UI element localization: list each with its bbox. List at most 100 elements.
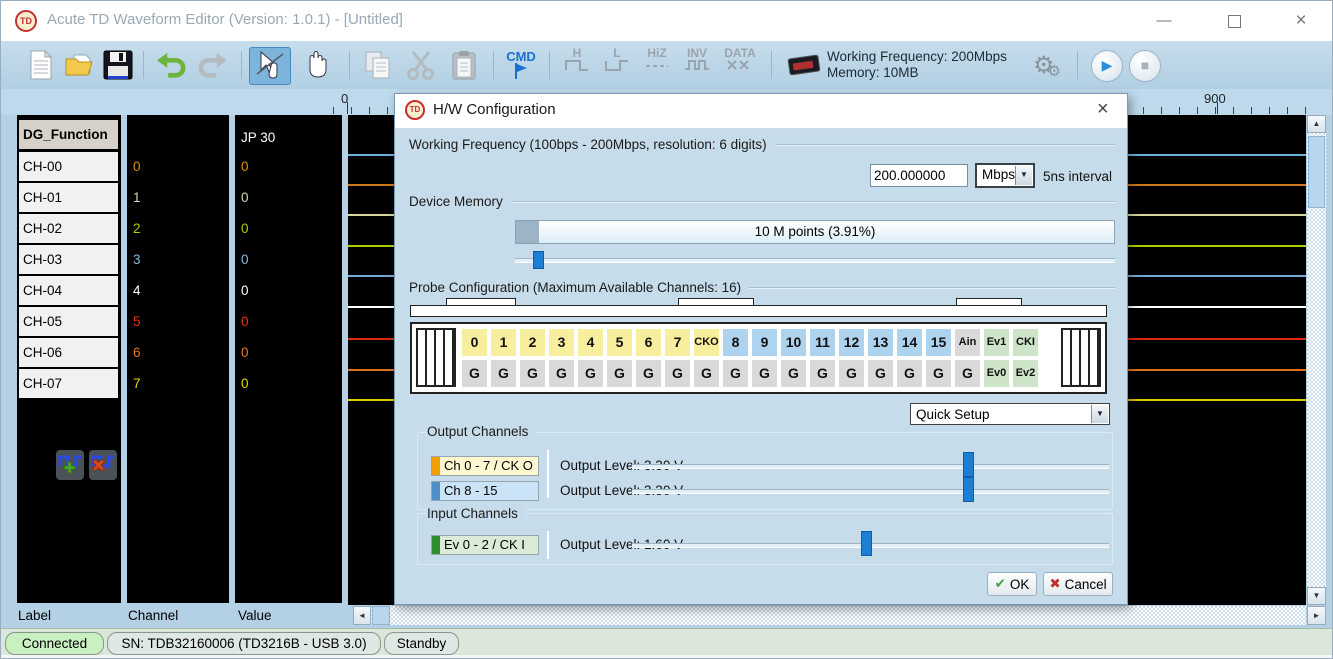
minimize-button[interactable]: — [1149, 9, 1179, 33]
input-channels-label: Input Channels [427, 506, 526, 521]
memory-size-slider[interactable] [515, 250, 1115, 270]
scroll-down-button[interactable]: ▼ [1307, 587, 1326, 605]
scissors-icon [405, 50, 437, 80]
new-file-button[interactable] [25, 47, 57, 83]
probe-cell-ain: Ain [955, 329, 980, 356]
ok-button[interactable]: ✔ OK [987, 572, 1037, 596]
play-icon: ▶ [1102, 57, 1113, 73]
settings-button[interactable]: ⚙⚙ [1027, 47, 1067, 83]
app-logo-icon: TD [15, 10, 37, 32]
cancel-button[interactable]: ✖ Cancel [1043, 572, 1113, 596]
device-status-text: Working Frequency: 200Mbps Memory: 10MB [827, 49, 1007, 81]
output-channel-chip-8-15[interactable]: Ch 8 - 15 [431, 481, 539, 501]
toolbar-separator [241, 51, 242, 79]
scroll-up-button[interactable]: ▲ [1307, 115, 1326, 133]
probe-cell-0: 0 [462, 329, 487, 356]
probe-cell-g: G [897, 360, 922, 387]
scroll-right-button[interactable]: ► [1307, 606, 1326, 625]
probe-cell-g: G [781, 360, 806, 387]
output-channel-chip-0-7[interactable]: Ch 0 - 7 / CK O [431, 456, 539, 476]
add-waveform-button[interactable] [56, 450, 84, 480]
quick-setup-select[interactable]: Quick Setup ▼ [910, 403, 1110, 425]
vertical-scroll-thumb[interactable] [1308, 136, 1325, 208]
set-hiz-button[interactable]: HiZ [639, 48, 675, 73]
output-level-slider-2[interactable] [632, 477, 1109, 503]
channel-value: 0 [241, 275, 249, 306]
run-button[interactable]: ▶ [1091, 50, 1123, 82]
redo-button[interactable] [195, 47, 231, 83]
slider-handle[interactable] [533, 251, 544, 269]
cmd-button[interactable]: CMD [501, 47, 541, 83]
channel-label-cell[interactable]: CH-01 [18, 182, 119, 213]
slider-handle[interactable] [963, 477, 974, 502]
channel-number: 0 [133, 151, 141, 182]
channel-value: 0 [241, 182, 249, 213]
footer-value-column: Value [238, 608, 272, 623]
table-header-cell[interactable]: DG_Function [18, 119, 119, 150]
probe-cell-g: G [694, 360, 719, 387]
channel-label-cell[interactable]: CH-05 [18, 306, 119, 337]
paste-button[interactable] [445, 47, 483, 83]
channel-label-cell[interactable]: CH-06 [18, 337, 119, 368]
invert-button[interactable]: INV [679, 48, 715, 73]
channel-value: 0 [241, 306, 249, 337]
slider-handle[interactable] [963, 452, 974, 477]
input-level-slider[interactable] [632, 531, 1109, 557]
close-button[interactable]: × [1286, 9, 1316, 33]
probe-cell-ev1: Ev1 [984, 329, 1009, 356]
slider-track [515, 258, 1115, 263]
chevron-down-icon[interactable]: ▼ [1015, 166, 1032, 185]
connector-left-pins [416, 328, 456, 387]
copy-button[interactable] [359, 47, 397, 83]
footer-channel-column: Channel [128, 608, 178, 623]
copy-icon [364, 50, 392, 80]
undo-button[interactable] [153, 47, 189, 83]
probe-cell-2: 2 [520, 329, 545, 356]
probe-cell-ev0: Ev0 [984, 360, 1009, 387]
footer-label-column: Label [18, 608, 51, 623]
add-waveform-icon [56, 450, 84, 480]
main-toolbar: CMD H L HiZ INV DATA Working Freque [1, 41, 1332, 90]
stop-button[interactable]: ■ [1129, 50, 1161, 82]
open-file-button[interactable] [63, 47, 97, 83]
channel-number: 3 [133, 244, 141, 275]
save-button[interactable] [101, 47, 135, 83]
chevron-down-icon[interactable]: ▼ [1091, 405, 1108, 423]
connector-edge [410, 305, 1107, 317]
probe-cell-14: 14 [897, 329, 922, 356]
dialog-close-button[interactable]: × [1097, 98, 1109, 121]
set-high-button[interactable]: H [559, 48, 595, 73]
device-memory-group-label: Device Memory [409, 194, 511, 209]
probe-cell-g: G [549, 360, 574, 387]
cut-button[interactable] [401, 47, 441, 83]
set-low-button[interactable]: L [599, 48, 635, 73]
slider-handle[interactable] [861, 531, 872, 556]
channel-label-cell[interactable]: CH-07 [18, 368, 119, 399]
horizontal-scrollbar[interactable]: ◄ [353, 606, 1306, 625]
probe-cell-13: 13 [868, 329, 893, 356]
pan-tool-button[interactable] [297, 47, 337, 83]
ruler-label-end: 900 [1204, 91, 1226, 106]
channel-value: 0 [241, 151, 249, 182]
data-button[interactable]: DATA [719, 48, 761, 73]
select-tool-button[interactable] [249, 47, 291, 85]
frequency-unit-select[interactable]: Mbps ▼ [975, 163, 1035, 188]
channel-label-cell[interactable]: CH-00 [18, 151, 119, 182]
device-button[interactable] [785, 47, 823, 83]
channel-label-cell[interactable]: CH-03 [18, 244, 119, 275]
probe-cell-g: G [752, 360, 777, 387]
ruler-major-tick [347, 102, 348, 114]
frequency-input[interactable]: 200.000000 [870, 164, 968, 187]
channel-label-cell[interactable]: CH-02 [18, 213, 119, 244]
channel-label-cell[interactable]: CH-04 [18, 275, 119, 306]
input-channel-chip[interactable]: Ev 0 - 2 / CK I [431, 535, 539, 555]
probe-cell-g: G [926, 360, 951, 387]
vertical-scrollbar[interactable]: ▲ ▼ [1307, 115, 1326, 605]
horizontal-scroll-thumb[interactable] [372, 606, 390, 625]
output-level-slider-1[interactable] [632, 452, 1109, 478]
maximize-button[interactable] [1219, 9, 1249, 33]
probe-cell-1: 1 [491, 329, 516, 356]
delete-waveform-button[interactable] [89, 450, 117, 480]
gear-icon-small: ⚙ [1048, 62, 1061, 80]
scroll-left-button[interactable]: ◄ [353, 606, 371, 625]
